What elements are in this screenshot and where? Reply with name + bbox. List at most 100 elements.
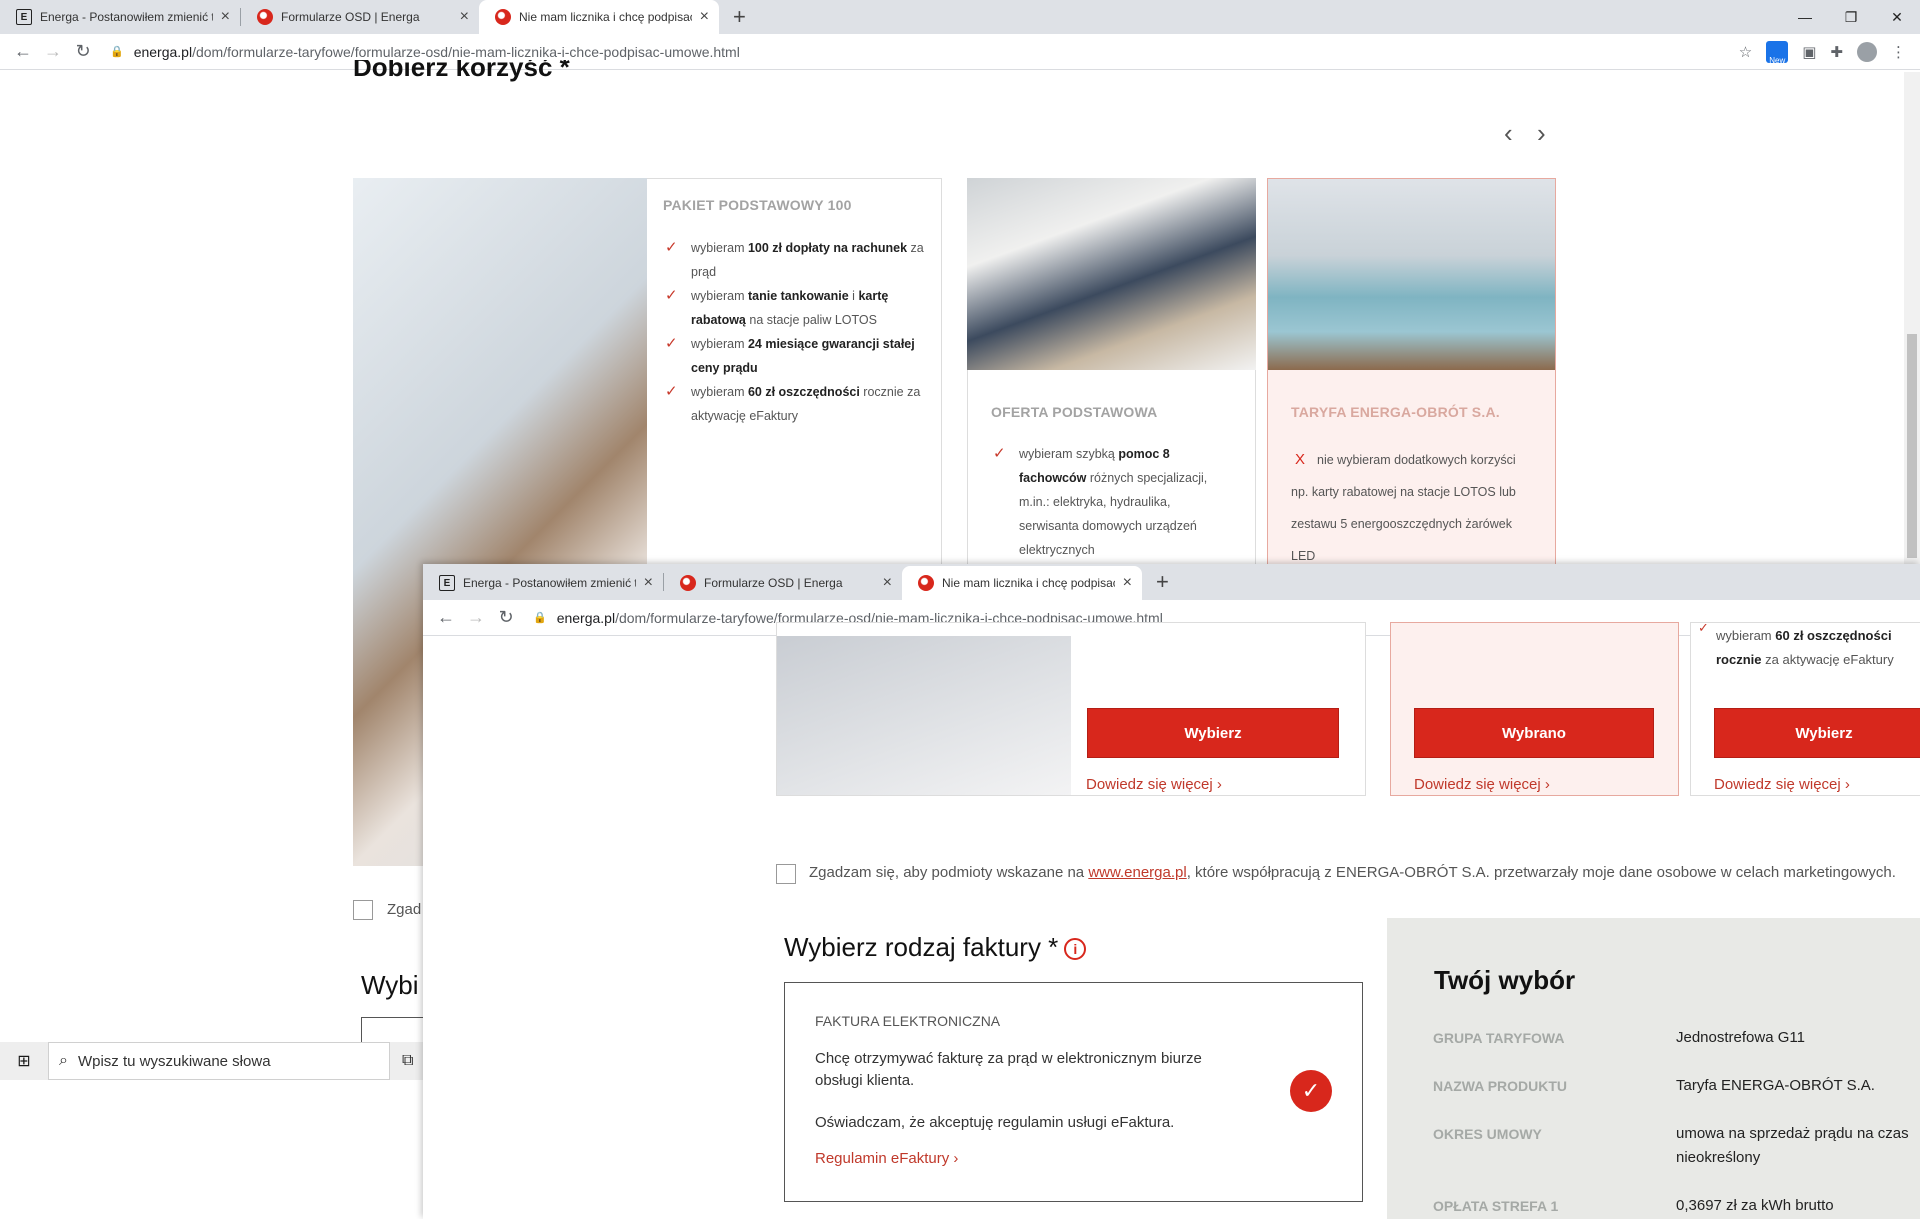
new-extension-icon[interactable]: New [1766, 40, 1789, 65]
benefit-item: ✓ wybieram 60 zł oszczędności rocznie za … [663, 380, 925, 428]
reload-icon[interactable]: ↻ [491, 607, 521, 628]
check-icon: ✓ [665, 335, 678, 352]
carousel-next-icon[interactable]: › [1537, 118, 1546, 149]
menu-kebab-icon[interactable]: ⋮ [1891, 43, 1906, 61]
benefit-list: ✓ wybieram szybką pomoc 8 fachowców różny… [991, 442, 1221, 562]
learn-more-link[interactable]: Dowiedz się więcej › [1714, 776, 1850, 793]
card-title: OFERTA PODSTAWOWA [991, 404, 1158, 420]
windows-taskbar: ⊞ ⌕ Wpisz tu wyszukiwane słowa ⧉ [0, 1042, 423, 1080]
summary-label: GRUPA TARYFOWA [1433, 1030, 1565, 1046]
puzzle-icon[interactable]: ✚ [1830, 43, 1843, 61]
media-icon[interactable]: ▣ [1802, 43, 1816, 61]
marketing-consent-text: Zgadzam się, aby podmioty wskazane na ww… [809, 864, 1896, 881]
reload-icon[interactable]: ↻ [68, 41, 98, 62]
close-icon[interactable]: × [700, 8, 709, 26]
back-arrow-icon[interactable]: ← [8, 41, 38, 62]
extension-new-badge: New [1769, 55, 1786, 65]
invoice-heading: Wybierz rodzaj faktury * i [784, 932, 1087, 963]
summary-label: OKRES UMOWY [1433, 1126, 1542, 1142]
selected-button[interactable]: Wybrano [1414, 708, 1654, 758]
energa-flame-icon [495, 9, 511, 25]
summary-title: Twój wybór [1434, 965, 1576, 995]
benefit-item: ✓ wybieram szybką pomoc 8 fachowców różny… [991, 442, 1221, 562]
card-title: PAKIET PODSTAWOWY 100 [663, 197, 852, 213]
card-title: TARYFA ENERGA-OBRÓT S.A. [1291, 404, 1500, 420]
benefit-item: ✓ wybieram 24 miesiące gwarancji stałej c… [663, 332, 925, 380]
back-invoice-heading: Wybi [361, 970, 419, 1000]
invoice-terms-statement: Oświadczam, że akceptuję regulamin usług… [815, 1114, 1175, 1131]
info-icon[interactable]: i [1064, 938, 1087, 961]
search-icon: ⌕ [59, 1052, 68, 1069]
front-tab-2[interactable]: Formularze OSD | Energa × [664, 566, 902, 600]
back-toolbar: ← → ↻ 🔒 energa.pl/dom/formularze-taryfow… [0, 34, 1920, 70]
bookmark-star-icon[interactable]: ☆ [1739, 43, 1752, 61]
woman-tablet-photo [1268, 179, 1555, 370]
task-view-icon[interactable]: ⧉ [390, 1052, 413, 1070]
back-arrow-icon[interactable]: ← [431, 607, 461, 628]
forward-arrow-icon[interactable]: → [38, 41, 68, 62]
summary-value: Jednostrefowa G11 [1676, 1029, 1805, 1046]
learn-more-link[interactable]: Dowiedz się więcej › [1414, 776, 1550, 793]
close-window-icon[interactable]: ✕ [1874, 9, 1920, 26]
new-tab-plus-icon[interactable]: + [1142, 569, 1183, 595]
restore-icon[interactable]: ❐ [1828, 9, 1874, 26]
front-tab-strip: E Energa - Postanowiłem zmienić t × Form… [423, 564, 1920, 600]
learn-more-link[interactable]: Dowiedz się więcej › [1086, 776, 1222, 793]
benefit-list: ✓ wybieram 100 zł dopłaty na rachunek za … [663, 236, 925, 428]
efaktura-terms-link[interactable]: Regulamin eFaktury › [815, 1150, 958, 1167]
lock-icon: 🔒 [110, 46, 124, 58]
summary-value: umowa na sprzedaż prądu na czas nieokreś… [1676, 1125, 1909, 1166]
windows-start-icon[interactable]: ⊞ [0, 1051, 48, 1071]
energa-flame-icon [257, 9, 273, 25]
close-icon[interactable]: × [883, 574, 892, 592]
repairman-photo [967, 178, 1256, 370]
close-icon[interactable]: × [644, 574, 653, 592]
check-icon: ✓ [993, 445, 1006, 462]
invoice-type-title: FAKTURA ELEKTRONICZNA [815, 1013, 1001, 1029]
select-button[interactable]: Wybierz [1714, 708, 1920, 758]
taskbar-search-input[interactable]: ⌕ Wpisz tu wyszukiwane słowa [48, 1042, 390, 1080]
benefit-item: ✓ wybieram tanie tankowanie i kartę rabat… [663, 284, 925, 332]
avatar[interactable] [1857, 41, 1877, 62]
back-tab-3-title: Nie mam licznika i chcę podpisać [519, 10, 692, 24]
check-icon: ✓ [665, 287, 678, 304]
marketing-consent-checkbox[interactable] [776, 864, 796, 884]
front-browser-window: E Energa - Postanowiłem zmienić t × Form… [423, 564, 1920, 1219]
extensions-area: ☆ New ▣ ✚ ⋮ [1739, 40, 1920, 65]
front-tab-3-title: Nie mam licznika i chcę podpisać [942, 576, 1115, 590]
front-tab-3[interactable]: Nie mam licznika i chcę podpisać × [902, 566, 1142, 600]
summary-label: NAZWA PRODUKTU [1433, 1078, 1568, 1094]
url-host: energa.pl [133, 43, 193, 60]
check-icon: ✓ [665, 239, 678, 256]
front-tab-1-title: Energa - Postanowiłem zmienić t [463, 576, 636, 590]
back-consent-checkbox[interactable] [353, 900, 373, 920]
new-tab-plus-icon[interactable]: + [719, 4, 760, 30]
carousel-prev-icon[interactable]: ‹ [1504, 118, 1513, 149]
card-photo [777, 636, 1071, 795]
scrollbar-thumb[interactable] [1907, 334, 1917, 558]
back-page-heading: Dobierz korzyść * [353, 60, 570, 82]
energa-flame-icon [918, 575, 934, 591]
back-tab-2-title: Formularze OSD | Energa [281, 10, 420, 24]
check-icon: ✓ [1698, 624, 1709, 635]
energa-flame-icon [680, 575, 696, 591]
back-tab-2[interactable]: Formularze OSD | Energa × [241, 0, 479, 34]
close-icon[interactable]: × [221, 8, 230, 26]
back-tab-strip: E Energa - Postanowiłem zmienić t × Form… [0, 0, 1920, 34]
minimize-icon[interactable]: — [1782, 9, 1828, 25]
summary-value: Taryfa ENERGA-OBRÓT S.A. [1676, 1077, 1875, 1094]
url-path: /dom/formularze-taryfowe/formularze-osd/… [192, 43, 740, 60]
forward-arrow-icon[interactable]: → [461, 607, 491, 628]
close-icon[interactable]: × [1123, 574, 1132, 592]
energa-link[interactable]: www.energa.pl [1088, 864, 1186, 881]
select-button[interactable]: Wybierz [1087, 708, 1339, 758]
cross-icon: X [1295, 451, 1306, 468]
lock-icon: 🔒 [533, 612, 547, 624]
card-3-benefit: ✓ wybieram 60 zł oszczędności rocznie za … [1698, 624, 1920, 666]
close-icon[interactable]: × [460, 8, 469, 26]
back-tab-1[interactable]: E Energa - Postanowiłem zmienić t × [0, 0, 240, 34]
front-tab-1[interactable]: E Energa - Postanowiłem zmienić t × [423, 566, 663, 600]
back-tab-1-title: Energa - Postanowiłem zmienić t [40, 10, 213, 24]
back-tab-3[interactable]: Nie mam licznika i chcę podpisać × [479, 0, 719, 34]
energa-e-icon: E [16, 9, 32, 25]
